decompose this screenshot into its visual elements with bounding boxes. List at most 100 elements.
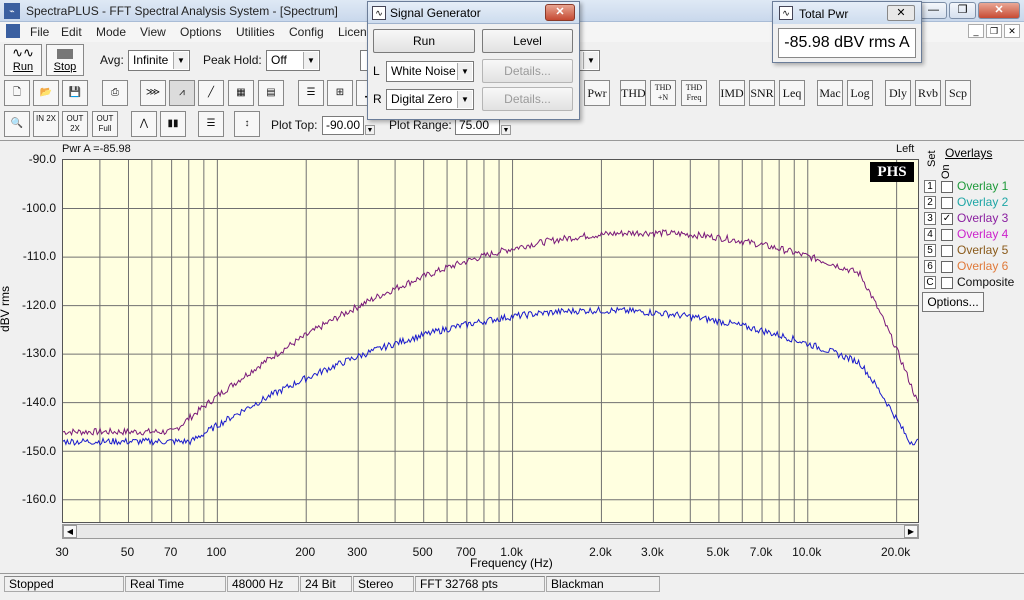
close-button[interactable]: ✕ (978, 2, 1020, 19)
overlay-checkbox[interactable] (941, 277, 953, 289)
document-icon[interactable] (6, 24, 20, 38)
overlay-checkbox[interactable]: ✓ (941, 213, 953, 225)
save-icon[interactable]: 💾 (62, 80, 88, 106)
peak-hold-select[interactable]: Off ▼ (266, 50, 320, 71)
waveform-icon: ∿∿ (12, 45, 34, 60)
close-icon[interactable]: ✕ (887, 5, 915, 21)
hidden-combo-arrow[interactable]: ▼ (578, 50, 600, 71)
overlay-set-button[interactable]: 4 (924, 228, 936, 241)
mdi-minimize-button[interactable]: _ (968, 24, 984, 38)
avg-label: Avg: (100, 53, 124, 67)
time-series-icon[interactable]: ╱ (198, 80, 224, 106)
menu-options[interactable]: Options (180, 25, 221, 39)
zoom-out-full-button[interactable]: OUT Full (92, 111, 118, 137)
rvb-button[interactable]: Rvb (915, 80, 941, 106)
log-button[interactable]: Log (847, 80, 873, 106)
print-icon[interactable]: ⎙ (102, 80, 128, 106)
mdi-close-button[interactable]: ✕ (1004, 24, 1020, 38)
settings-icon[interactable]: ☰ (298, 80, 324, 106)
status-channels: Stereo (353, 576, 414, 592)
stop-button[interactable]: Stop (46, 44, 84, 76)
chart-icon[interactable]: ⊞ (327, 80, 353, 106)
overlay-set-button[interactable]: 2 (924, 196, 936, 209)
signal-generator-title: Signal Generator (390, 6, 481, 20)
spin-arrow-icon[interactable]: ▼ (501, 125, 511, 135)
pwr-button[interactable]: Pwr (584, 80, 610, 106)
overlay-set-button[interactable]: 3 (924, 212, 936, 225)
scroll-left-icon[interactable]: ◀ (63, 525, 77, 538)
signal-generator-titlebar[interactable]: ∿ Signal Generator ✕ (368, 2, 579, 24)
zoom-icon[interactable]: 🔍 (4, 111, 30, 137)
menu-utilities[interactable]: Utilities (236, 25, 275, 39)
overlays-panel: Set On Overlays 1 Overlay 1 2 Overlay 2 3 ✓ Ov… (922, 143, 1022, 313)
overlay-name: Overlay 5 (957, 243, 1009, 257)
overlay-set-button[interactable]: 6 (924, 260, 936, 273)
y-axis-title: dBV rms (0, 285, 12, 332)
overlay-checkbox[interactable] (941, 181, 953, 193)
generator-run-button[interactable]: Run (373, 29, 475, 53)
scp-button[interactable]: Scp (945, 80, 971, 106)
scale-icon[interactable]: ↕ (234, 111, 260, 137)
leq-button[interactable]: Leq (779, 80, 805, 106)
spin-arrow-icon[interactable]: ▼ (365, 125, 375, 135)
x-tick-label: 70 (163, 545, 178, 559)
left-signal-select[interactable]: White Noise ▼ (386, 61, 474, 82)
generator-level-button[interactable]: Level (482, 29, 573, 53)
right-signal-value: Digital Zero (391, 92, 453, 106)
overlay-set-button[interactable]: 5 (924, 244, 936, 257)
left-channel-label: L (373, 64, 380, 78)
y-tick-label: -160.0 (21, 492, 56, 507)
menu-mode[interactable]: Mode (96, 25, 126, 39)
menu-view[interactable]: View (140, 25, 166, 39)
options-button[interactable]: Options... (922, 292, 984, 312)
overlay-checkbox[interactable] (941, 197, 953, 209)
zoom-out-2x-button[interactable]: OUT 2X (62, 111, 88, 137)
mac-button[interactable]: Mac (817, 80, 843, 106)
minimize-button[interactable]: — (920, 2, 947, 19)
overlay-set-button[interactable]: C (924, 276, 936, 289)
peak-icon[interactable]: ⋀ (131, 111, 157, 137)
overlay-checkbox[interactable] (941, 229, 953, 241)
properties-icon[interactable]: ☰ (198, 111, 224, 137)
new-icon[interactable]: 🗋 (4, 80, 30, 106)
mdi-restore-button[interactable]: ❐ (986, 24, 1002, 38)
imd-button[interactable]: IMD (719, 80, 745, 106)
x-tick-label: 30 (55, 545, 69, 559)
zoom-in-2x-button[interactable]: IN 2X (33, 111, 59, 137)
x-tick-label: 2.0k (589, 545, 612, 559)
snr-button[interactable]: SNR (749, 80, 775, 106)
dly-button[interactable]: Dly (885, 80, 911, 106)
overlay-set-button[interactable]: 1 (924, 180, 936, 193)
menu-license[interactable]: Licen (338, 25, 367, 39)
overlay-row: 2 Overlay 2 (922, 195, 1022, 211)
plot-top-input[interactable]: -90.00 ▼ (322, 116, 375, 135)
scroll-right-icon[interactable]: ▶ (904, 525, 918, 538)
3d-surface-icon[interactable]: ▤ (258, 80, 284, 106)
overlay-checkbox[interactable] (941, 245, 953, 257)
total-pwr-titlebar[interactable]: ∿ Total Pwr ✕ (773, 2, 921, 24)
menu-file[interactable]: File (30, 25, 49, 39)
right-signal-select[interactable]: Digital Zero ▼ (386, 89, 474, 110)
fast-forward-icon[interactable]: ⋙ (140, 80, 166, 106)
spectrogram-icon[interactable]: ▦ (228, 80, 254, 106)
open-icon[interactable]: 📂 (33, 80, 59, 106)
run-button[interactable]: ∿∿ Run (4, 44, 42, 76)
left-details-button[interactable]: Details... (482, 59, 573, 83)
spectrum-plot[interactable] (62, 159, 919, 523)
right-details-button[interactable]: Details... (482, 87, 573, 111)
octave-bars-icon[interactable]: ▮▮ (160, 111, 186, 137)
set-label: Set (926, 150, 938, 167)
thd-freq-button[interactable]: THD Freq (681, 80, 707, 106)
overlay-checkbox[interactable] (941, 261, 953, 273)
horizontal-scrollbar[interactable]: ◀ ▶ (62, 524, 919, 539)
close-icon[interactable]: ✕ (545, 4, 575, 21)
avg-select[interactable]: Infinite ▼ (128, 50, 190, 71)
status-window: Blackman (546, 576, 660, 592)
spectrum-icon[interactable]: ⩘ (169, 80, 195, 106)
menu-config[interactable]: Config (289, 25, 324, 39)
y-tick-label: -140.0 (21, 395, 56, 409)
thd-button[interactable]: THD (620, 80, 646, 106)
thd-n-button[interactable]: THD +N (650, 80, 676, 106)
restore-button[interactable]: ❐ (949, 2, 976, 19)
menu-edit[interactable]: Edit (61, 25, 82, 39)
